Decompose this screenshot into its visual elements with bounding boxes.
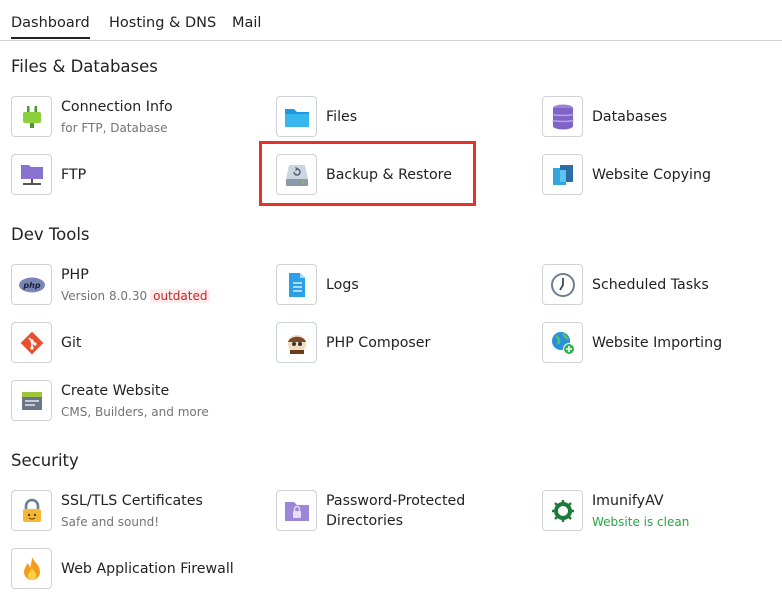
composer-logo-icon bbox=[276, 322, 317, 363]
ftp-folder-icon bbox=[11, 154, 52, 195]
git-label: Git bbox=[61, 335, 82, 351]
password-protected-directories-tile[interactable]: Password-Protected Directories bbox=[276, 490, 506, 534]
php-composer-label: PHP Composer bbox=[326, 335, 431, 351]
flame-icon bbox=[11, 548, 52, 589]
svg-text:php: php bbox=[22, 281, 40, 290]
logs-tile[interactable]: Logs bbox=[276, 264, 506, 308]
globe-import-icon bbox=[542, 322, 583, 363]
top-tab-bar: Dashboard Hosting & DNS Mail bbox=[0, 0, 782, 41]
folder-icon bbox=[276, 96, 317, 137]
website-copying-label: Website Copying bbox=[592, 167, 711, 183]
password-dirs-label-line2: Directories bbox=[326, 513, 404, 529]
scheduled-tasks-tile[interactable]: Scheduled Tasks bbox=[542, 264, 772, 308]
copy-pages-icon bbox=[542, 154, 583, 195]
imunifyav-label: ImunifyAV bbox=[592, 493, 664, 509]
files-label: Files bbox=[326, 109, 358, 125]
section-title-files-databases: Files & Databases bbox=[11, 57, 158, 76]
connection-info-tile[interactable]: Connection Info for FTP, Database bbox=[11, 96, 241, 140]
ssl-sub: Safe and sound! bbox=[61, 515, 160, 529]
backup-drive-icon bbox=[276, 154, 317, 195]
database-icon bbox=[542, 96, 583, 137]
create-website-sub: CMS, Builders, and more bbox=[61, 405, 209, 419]
tab-dashboard[interactable]: Dashboard bbox=[11, 15, 90, 39]
connection-info-label: Connection Info bbox=[61, 99, 173, 115]
databases-label: Databases bbox=[592, 109, 668, 125]
git-tile[interactable]: Git bbox=[11, 322, 241, 366]
databases-tile[interactable]: Databases bbox=[542, 96, 772, 140]
files-tile[interactable]: Files bbox=[276, 96, 506, 140]
outdated-badge: outdated bbox=[150, 289, 211, 303]
website-copying-tile[interactable]: Website Copying bbox=[542, 154, 772, 198]
php-version-text: Version 8.0.30 bbox=[61, 289, 148, 303]
create-website-label: Create Website bbox=[61, 383, 170, 399]
php-composer-tile[interactable]: PHP Composer bbox=[276, 322, 506, 366]
imunify-shield-icon bbox=[542, 490, 583, 531]
php-tile[interactable]: php PHP Version 8.0.30 outdated bbox=[11, 264, 241, 308]
website-importing-label: Website Importing bbox=[592, 335, 723, 351]
imunifyav-status: Website is clean bbox=[592, 515, 690, 529]
lock-icon bbox=[11, 490, 52, 531]
tab-hosting-dns[interactable]: Hosting & DNS bbox=[109, 15, 216, 31]
ftp-label: FTP bbox=[61, 167, 87, 183]
connection-info-sub: for FTP, Database bbox=[61, 121, 168, 135]
ssl-label: SSL/TLS Certificates bbox=[61, 493, 203, 509]
log-document-icon bbox=[276, 264, 317, 305]
waf-label: Web Application Firewall bbox=[61, 561, 234, 577]
php-logo-icon: php bbox=[11, 264, 52, 305]
locked-folder-icon bbox=[276, 490, 317, 531]
plug-icon bbox=[11, 96, 52, 137]
logs-label: Logs bbox=[326, 277, 359, 293]
section-title-security: Security bbox=[11, 451, 79, 470]
scheduled-tasks-label: Scheduled Tasks bbox=[592, 277, 709, 293]
tab-mail[interactable]: Mail bbox=[232, 15, 261, 31]
ftp-tile[interactable]: FTP bbox=[11, 154, 241, 198]
password-dirs-label-line1: Password-Protected bbox=[326, 493, 466, 509]
create-website-tile[interactable]: Create Website CMS, Builders, and more bbox=[11, 380, 241, 424]
website-importing-tile[interactable]: Website Importing bbox=[542, 322, 772, 366]
create-website-icon bbox=[11, 380, 52, 421]
clock-icon bbox=[542, 264, 583, 305]
imunifyav-tile[interactable]: ImunifyAV Website is clean bbox=[542, 490, 772, 534]
php-label: PHP bbox=[61, 267, 89, 283]
backup-restore-tile[interactable]: Backup & Restore bbox=[276, 154, 506, 198]
git-logo-icon bbox=[11, 322, 52, 363]
php-version: Version 8.0.30 outdated bbox=[61, 289, 211, 303]
web-application-firewall-tile[interactable]: Web Application Firewall bbox=[11, 548, 241, 592]
ssl-certificates-tile[interactable]: SSL/TLS Certificates Safe and sound! bbox=[11, 490, 241, 534]
section-title-dev-tools: Dev Tools bbox=[11, 225, 90, 244]
backup-restore-label: Backup & Restore bbox=[326, 167, 452, 183]
